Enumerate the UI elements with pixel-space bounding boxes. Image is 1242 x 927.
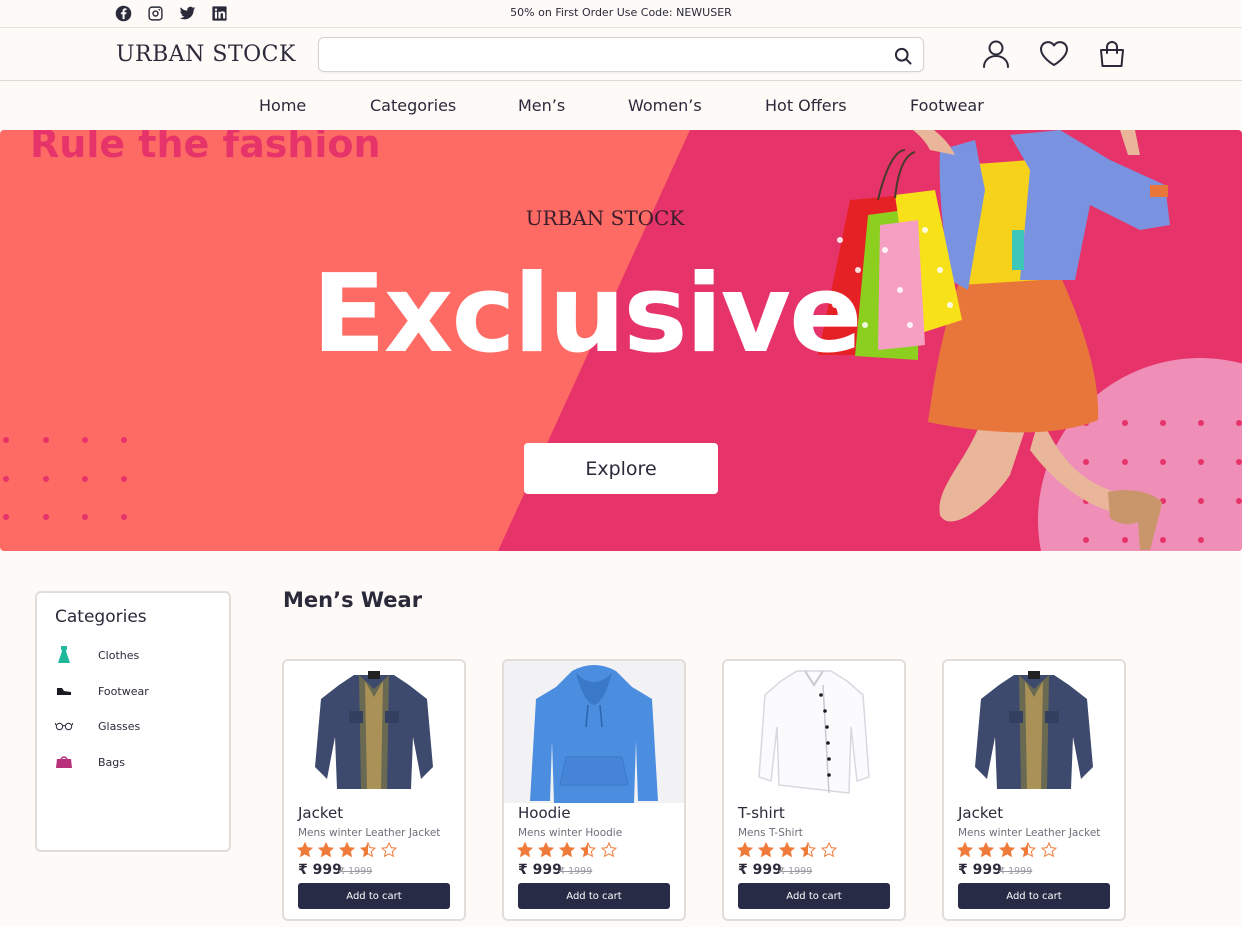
hero-title: Exclusive: [312, 252, 862, 377]
product-rating: [737, 842, 837, 858]
logo[interactable]: URBAN STOCK: [116, 42, 296, 67]
star-half-icon: [360, 842, 376, 858]
hero-tagline: Rule the fashion: [30, 130, 381, 166]
nav-womens[interactable]: Women’s: [628, 96, 702, 115]
star-filled-icon: [318, 842, 334, 858]
product-image[interactable]: [944, 661, 1124, 803]
star-empty-icon: [821, 842, 837, 858]
add-to-cart-button[interactable]: Add to cart: [958, 883, 1110, 909]
add-to-cart-button[interactable]: Add to cart: [518, 883, 670, 909]
shopping-bag-icon[interactable]: [1096, 38, 1128, 70]
star-filled-icon: [538, 842, 554, 858]
product-price: ₹ 999: [958, 862, 1002, 878]
product-name[interactable]: T-shirt: [738, 804, 785, 822]
star-half-icon: [580, 842, 596, 858]
product-name[interactable]: Hoodie: [518, 804, 571, 822]
hero-banner[interactable]: Rule the fashion URBAN STOCK Exclusive E…: [0, 130, 1242, 551]
product-old-price: ₹ 1999: [339, 866, 373, 877]
product-description: Mens winter Leather Jacket: [958, 827, 1101, 839]
heart-icon[interactable]: [1038, 38, 1070, 70]
star-filled-icon: [737, 842, 753, 858]
sidebar-title: Categories: [55, 607, 147, 627]
explore-button[interactable]: Explore: [524, 443, 718, 494]
sidebar-item-label: Bags: [98, 755, 126, 769]
nav-footwear[interactable]: Footwear: [910, 96, 984, 115]
section-title: Men’s Wear: [283, 588, 423, 612]
product-description: Mens T-Shirt: [738, 827, 803, 839]
glasses-icon: [53, 716, 75, 736]
product-card[interactable]: Jacket Mens winter Leather Jacket ₹ 999 ₹ 1…: [942, 659, 1126, 921]
hero-brand: URBAN STOCK: [525, 206, 685, 230]
main-nav: Home Categories Men’s Women’s Hot Offers…: [0, 82, 1242, 130]
star-filled-icon: [957, 842, 973, 858]
star-filled-icon: [517, 842, 533, 858]
star-empty-icon: [381, 842, 397, 858]
star-filled-icon: [297, 842, 313, 858]
star-half-icon: [800, 842, 816, 858]
nav-hot-offers[interactable]: Hot Offers: [765, 96, 847, 115]
product-image[interactable]: [504, 661, 684, 803]
product-description: Mens winter Hoodie: [518, 827, 623, 839]
product-name[interactable]: Jacket: [298, 804, 343, 822]
site-header: URBAN STOCK: [0, 29, 1242, 81]
sidebar-item-footwear[interactable]: Footwear: [53, 679, 223, 703]
sidebar-item-glasses[interactable]: Glasses: [53, 714, 223, 738]
star-filled-icon: [758, 842, 774, 858]
category-sidebar: Categories Clothes Footwear Glasses Bags: [35, 591, 231, 852]
bag-icon: [53, 752, 75, 772]
star-filled-icon: [999, 842, 1015, 858]
announcement-bar: 50% on First Order Use Code: NEWUSER: [0, 0, 1242, 28]
product-card[interactable]: Jacket Mens winter Leather Jacket ₹ 999 ₹ 1…: [282, 659, 466, 921]
search-bar: [318, 37, 924, 72]
header-actions: [980, 38, 1128, 70]
add-to-cart-button[interactable]: Add to cart: [298, 883, 450, 909]
star-half-icon: [1020, 842, 1036, 858]
product-rating: [517, 842, 617, 858]
star-empty-icon: [601, 842, 617, 858]
product-old-price: ₹ 1999: [559, 866, 593, 877]
search-input[interactable]: [319, 38, 859, 71]
star-filled-icon: [978, 842, 994, 858]
star-filled-icon: [559, 842, 575, 858]
sidebar-item-clothes[interactable]: Clothes: [53, 643, 223, 667]
sidebar-item-label: Footwear: [98, 684, 149, 698]
product-image[interactable]: [284, 661, 464, 803]
sidebar-item-label: Glasses: [98, 719, 141, 733]
add-to-cart-button[interactable]: Add to cart: [738, 883, 890, 909]
star-empty-icon: [1041, 842, 1057, 858]
user-icon[interactable]: [980, 38, 1012, 70]
nav-categories[interactable]: Categories: [370, 96, 456, 115]
star-filled-icon: [779, 842, 795, 858]
product-description: Mens winter Leather Jacket: [298, 827, 441, 839]
shoe-icon: [53, 681, 75, 701]
product-card[interactable]: Hoodie Mens winter Hoodie ₹ 999 ₹ 1999 Add t…: [502, 659, 686, 921]
sidebar-item-label: Clothes: [98, 648, 140, 662]
product-image[interactable]: [724, 661, 904, 803]
nav-home[interactable]: Home: [259, 96, 306, 115]
star-filled-icon: [339, 842, 355, 858]
sidebar-item-bags[interactable]: Bags: [53, 750, 223, 774]
product-name[interactable]: Jacket: [958, 804, 1003, 822]
product-rating: [957, 842, 1057, 858]
product-old-price: ₹ 1999: [999, 866, 1033, 877]
product-card[interactable]: T-shirt Mens T-Shirt ₹ 999 ₹ 1999 Add to car…: [722, 659, 906, 921]
product-price: ₹ 999: [738, 862, 782, 878]
product-price: ₹ 999: [298, 862, 342, 878]
product-rating: [297, 842, 397, 858]
dress-icon: [53, 645, 75, 665]
product-price: ₹ 999: [518, 862, 562, 878]
search-icon[interactable]: [893, 46, 913, 66]
nav-mens[interactable]: Men’s: [518, 96, 565, 115]
product-old-price: ₹ 1999: [779, 866, 813, 877]
promo-text: 50% on First Order Use Code: NEWUSER: [510, 6, 732, 19]
